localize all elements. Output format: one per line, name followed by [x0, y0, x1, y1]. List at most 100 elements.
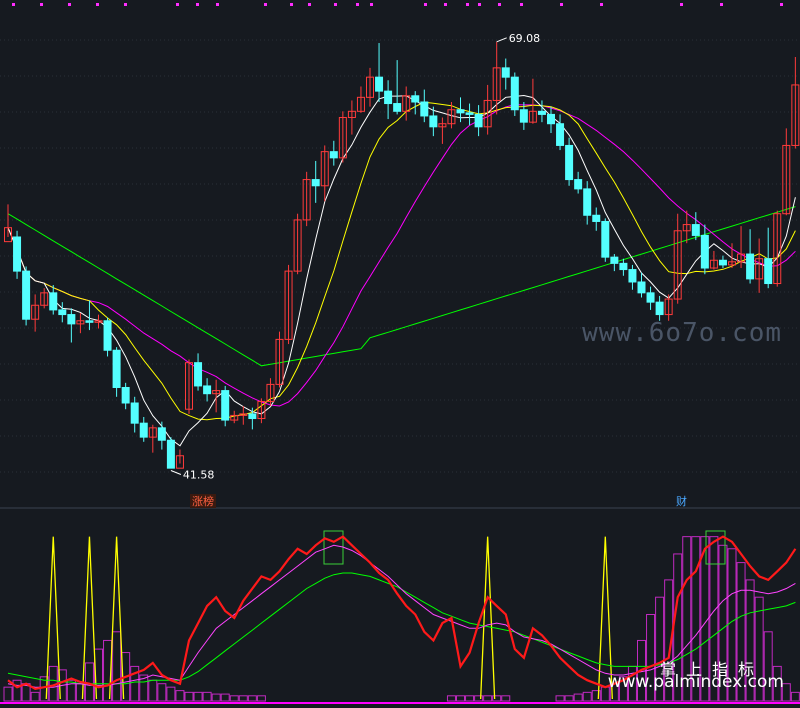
high-pointer — [496, 37, 507, 43]
candle-down — [139, 422, 148, 438]
candle-down — [691, 224, 700, 236]
osc-bar — [184, 691, 194, 702]
top-marker — [780, 3, 783, 6]
top-marker — [520, 3, 523, 6]
top-marker — [356, 3, 359, 6]
watermark-6070: www.6o7o.com — [582, 318, 782, 348]
candle-down — [375, 76, 384, 92]
top-marker — [68, 3, 71, 6]
candle-down — [700, 234, 709, 269]
candle-down — [592, 214, 601, 222]
osc-bar — [229, 695, 239, 702]
top-marker — [444, 3, 447, 6]
candle-down — [637, 281, 646, 294]
candle-down — [601, 220, 610, 258]
candle-down — [58, 309, 67, 316]
candle-down — [411, 95, 420, 103]
top-marker — [498, 3, 501, 6]
candle-down — [501, 67, 510, 78]
osc-bar — [564, 695, 574, 702]
watermark-palmindex: www.palmindex.com — [607, 672, 784, 692]
top-marker — [466, 3, 469, 6]
candle-down — [510, 76, 519, 111]
osc-bar — [256, 695, 266, 702]
osc-bar — [175, 690, 185, 702]
osc-bar — [157, 683, 167, 702]
candle-down — [85, 320, 94, 323]
osc-bar — [790, 691, 800, 702]
osc-bar — [446, 695, 456, 702]
top-marker — [264, 3, 267, 6]
osc-bar — [582, 691, 592, 702]
candle-down — [619, 262, 628, 271]
osc-bar — [501, 695, 511, 702]
candle-down — [583, 188, 592, 216]
osc-bar — [555, 695, 565, 702]
candle-down — [49, 292, 58, 311]
top-marker — [40, 3, 43, 6]
candle-down — [194, 362, 203, 387]
osc-bar — [483, 695, 493, 702]
candle-down — [628, 269, 637, 283]
event-label-1: 涨榜 — [192, 494, 214, 508]
candle-down — [166, 439, 175, 469]
candle-down — [519, 109, 528, 123]
top-marker — [680, 3, 683, 6]
osc-bar — [30, 691, 40, 702]
osc-bar — [166, 686, 176, 702]
top-marker — [478, 3, 481, 6]
candle-down — [157, 427, 166, 441]
top-marker — [370, 3, 373, 6]
osc-bar — [456, 695, 465, 702]
osc-bar — [573, 693, 583, 702]
candle-down — [13, 236, 22, 272]
osc-bar — [148, 679, 158, 702]
high-label: 69.08 — [509, 32, 541, 45]
top-marker — [196, 3, 199, 6]
candle-down — [112, 349, 121, 388]
candle-down — [203, 385, 212, 395]
top-marker — [720, 3, 723, 6]
low-label: 41.58 — [183, 468, 215, 481]
candle-down — [574, 179, 583, 190]
osc-bar — [202, 691, 212, 702]
top-marker — [600, 3, 603, 6]
top-marker — [424, 3, 427, 6]
stock-chart: 69.08 41.58 涨榜 财 — [0, 3, 800, 704]
top-marker — [560, 3, 563, 6]
candle-down — [393, 103, 402, 112]
candle-down — [547, 113, 555, 125]
candle-down — [67, 314, 76, 325]
candle-down — [718, 259, 727, 266]
top-marker — [12, 3, 15, 6]
candle-down — [655, 301, 664, 316]
candle-down — [646, 292, 655, 303]
candle-down — [429, 115, 438, 128]
osc-bar — [3, 686, 13, 702]
candle-down — [248, 413, 257, 420]
top-marker — [216, 3, 219, 6]
candle-down — [746, 253, 755, 280]
candle-down — [610, 256, 619, 264]
candle-down — [130, 402, 139, 424]
osc-bar — [238, 695, 248, 702]
top-marker — [308, 3, 311, 6]
candle-down — [121, 386, 130, 404]
candle-down — [384, 90, 393, 105]
candle-down — [221, 390, 230, 421]
candle-down — [465, 112, 474, 115]
top-marker — [290, 3, 293, 6]
candle-down — [22, 270, 31, 320]
osc-bar — [465, 695, 475, 702]
top-marker — [96, 3, 99, 6]
candle-down — [764, 258, 773, 285]
candle-down — [456, 109, 465, 114]
candle-down — [311, 179, 320, 187]
candle-down — [474, 113, 483, 128]
top-marker — [124, 3, 127, 6]
osc-bar — [193, 691, 203, 702]
osc-bar — [84, 662, 94, 702]
top-marker — [176, 3, 179, 6]
candle-down — [537, 110, 546, 115]
candle-down — [103, 320, 112, 351]
